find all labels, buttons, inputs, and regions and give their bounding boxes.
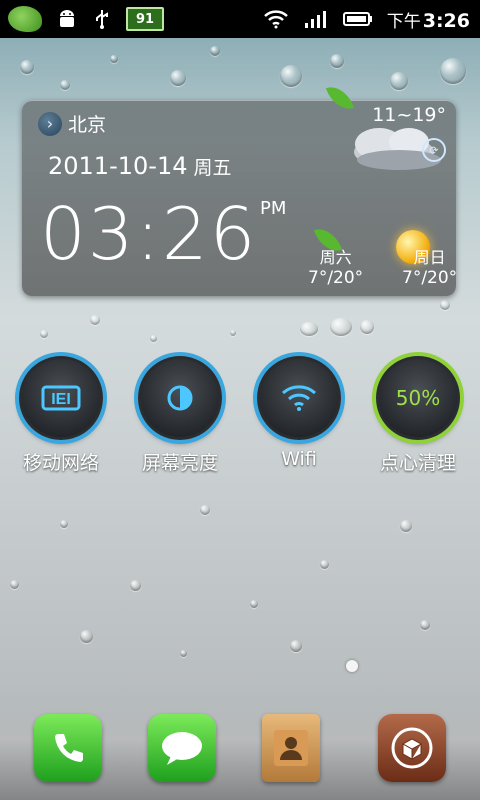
usb-icon bbox=[96, 10, 108, 29]
status-bar: 91 下午 3:26 bbox=[0, 0, 480, 38]
chat-bubble-icon bbox=[162, 732, 202, 765]
contacts-app[interactable] bbox=[262, 714, 320, 782]
toggle-label: 点心清理 bbox=[379, 452, 456, 474]
svg-text:IEI: IEI bbox=[51, 391, 71, 408]
wifi-toggle-icon[interactable] bbox=[257, 356, 341, 440]
date-row: 2011-10-14 周五 bbox=[48, 152, 232, 180]
date-text: 2011-10-14 bbox=[48, 152, 188, 180]
clock-time[interactable]: 03:26 bbox=[40, 192, 258, 276]
status-clock: 下午 3:26 bbox=[387, 7, 470, 32]
app-dock bbox=[0, 700, 480, 800]
memory-usage-value: 50% bbox=[395, 386, 441, 410]
contact-person-icon bbox=[274, 730, 308, 766]
messages-app[interactable] bbox=[148, 714, 216, 782]
page-indicator bbox=[346, 660, 358, 672]
toggle-label: 屏幕亮度 bbox=[141, 452, 218, 474]
toggle-memory-clean[interactable]: 50% 点心清理 bbox=[363, 356, 473, 475]
peas-app-icon bbox=[8, 6, 42, 32]
toggle-brightness[interactable]: 屏幕亮度 bbox=[125, 356, 235, 475]
battery-badge: 91 bbox=[126, 7, 164, 31]
chevron-right-icon: › bbox=[38, 111, 62, 136]
android-icon bbox=[60, 10, 74, 27]
weekday-text: 周五 bbox=[193, 157, 232, 179]
phone-app[interactable] bbox=[34, 714, 102, 782]
toggle-mobile-network[interactable]: IEI 移动网络 bbox=[6, 356, 116, 475]
city-name: 北京 bbox=[68, 114, 107, 136]
temperature-range: 11~19° bbox=[372, 104, 446, 126]
signal-icon bbox=[304, 11, 326, 28]
app-store[interactable] bbox=[378, 714, 446, 782]
forecast-temp: 7°/20° bbox=[308, 268, 364, 288]
city-selector[interactable]: › 北京 bbox=[38, 110, 106, 137]
toggle-wifi[interactable]: Wifi bbox=[244, 356, 354, 470]
package-store-icon bbox=[391, 727, 433, 769]
wifi-icon bbox=[263, 10, 288, 29]
phone-icon bbox=[55, 734, 83, 762]
forecast-day-2: 周日 7°/20° bbox=[402, 244, 457, 288]
mobile-network-icon[interactable]: IEI bbox=[19, 356, 103, 440]
forecast-day-label: 周六 bbox=[319, 248, 352, 267]
toggle-label: Wifi bbox=[281, 448, 317, 470]
toggle-label: 移动网络 bbox=[22, 452, 99, 474]
forecast-temp: 7°/20° bbox=[402, 268, 458, 288]
forecast-day-label: 周日 bbox=[413, 248, 446, 267]
battery-level: 91 bbox=[135, 11, 155, 27]
weather-clock-widget[interactable]: › 北京 2011-10-14 周五 03:26 PM 11~19° ⟳ 周六 7… bbox=[22, 81, 457, 296]
status-ampm: 下午 bbox=[386, 11, 421, 32]
refresh-icon[interactable]: ⟳ bbox=[422, 138, 446, 162]
quick-toggle-row: IEI 移动网络 屏幕亮度 Wifi 50% 点心清理 bbox=[0, 356, 480, 476]
battery-status-icon bbox=[342, 12, 372, 26]
clock-ampm: PM bbox=[260, 198, 287, 219]
memory-usage-gauge[interactable]: 50% bbox=[376, 356, 460, 440]
forecast-day-1: 周六 7°/20° bbox=[308, 244, 363, 288]
brightness-icon[interactable] bbox=[138, 356, 222, 440]
status-time: 3:26 bbox=[422, 9, 470, 32]
